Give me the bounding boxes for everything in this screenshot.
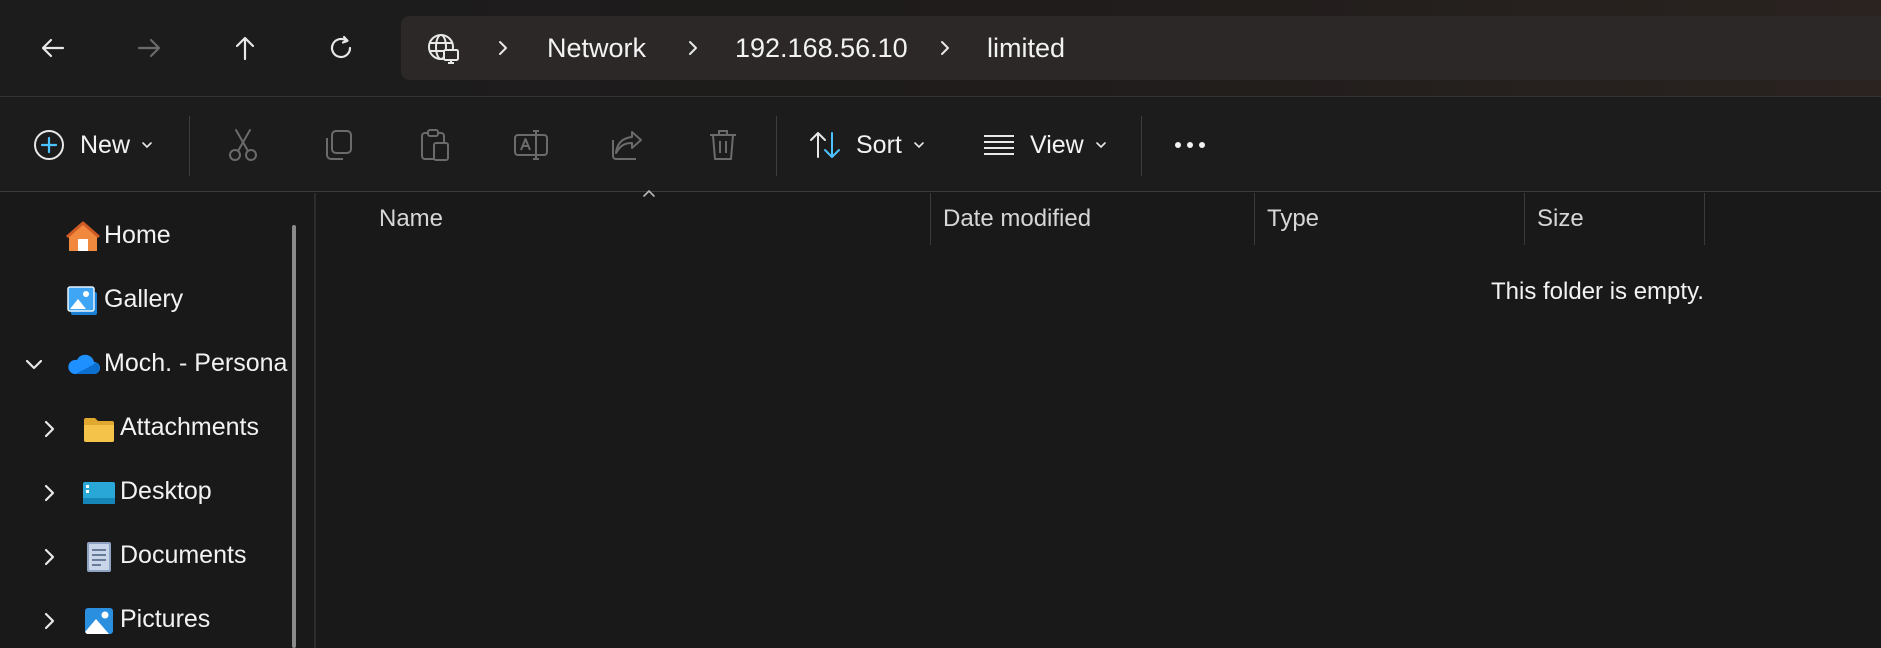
up-button[interactable] — [221, 24, 269, 72]
address-bar[interactable]: Network 192.168.56.10 limited — [401, 16, 1881, 80]
column-header-size[interactable]: Size — [1525, 193, 1704, 245]
more-options-button[interactable] — [1170, 98, 1210, 192]
arrow-right-icon — [137, 38, 161, 58]
rename-button[interactable] — [512, 98, 550, 192]
arrow-up-icon — [235, 36, 255, 61]
breadcrumb-host[interactable]: 192.168.56.10 — [735, 32, 908, 64]
navigation-bar: Network 192.168.56.10 limited — [0, 0, 1881, 97]
sort-button[interactable]: Sort — [808, 98, 926, 192]
view-label: View — [1030, 130, 1084, 159]
empty-folder-message: This folder is empty. — [1491, 278, 1704, 305]
chevron-right-icon[interactable] — [39, 546, 61, 568]
delete-icon — [710, 130, 736, 160]
file-list-area[interactable] — [316, 193, 1881, 648]
chevron-right-icon[interactable] — [683, 38, 703, 58]
paste-icon — [421, 129, 449, 161]
column-header-date-modified[interactable]: Date modified — [931, 193, 1254, 245]
column-header-type[interactable]: Type — [1255, 193, 1524, 245]
breadcrumb-current-folder[interactable]: limited — [987, 32, 1065, 64]
chevron-down-icon — [142, 142, 152, 149]
onedrive-cloud-icon — [68, 354, 100, 374]
chevron-right-icon[interactable] — [39, 610, 61, 632]
sidebar-item-label: Gallery — [104, 285, 184, 313]
divider — [1141, 116, 1142, 176]
sidebar-item-attachments[interactable]: Attachments — [0, 400, 290, 456]
sidebar-item-desktop[interactable]: Desktop — [0, 464, 290, 520]
forward-button[interactable] — [125, 24, 173, 72]
copy-button[interactable] — [320, 98, 358, 192]
cut-icon — [229, 129, 257, 161]
sidebar-item-home[interactable]: Home — [0, 208, 290, 264]
gallery-icon — [67, 286, 97, 315]
sort-label: Sort — [856, 130, 902, 159]
delete-button[interactable] — [704, 98, 742, 192]
folder-icon — [84, 418, 114, 442]
new-button[interactable]: New — [32, 98, 154, 192]
sidebar-scrollbar[interactable] — [292, 225, 296, 648]
sidebar-item-label: Moch. - Persona — [104, 349, 288, 377]
breadcrumb-network[interactable]: Network — [547, 32, 646, 64]
pictures-icon — [85, 608, 113, 634]
command-bar: New Sort View — [0, 98, 1881, 192]
divider — [189, 116, 190, 176]
chevron-right-icon[interactable] — [39, 482, 61, 504]
sidebar-item-label: Documents — [120, 541, 247, 569]
sidebar-item-label: Pictures — [120, 605, 211, 633]
cut-button[interactable] — [224, 98, 262, 192]
sidebar-item-gallery[interactable]: Gallery — [0, 272, 290, 328]
chevron-down-icon[interactable] — [23, 354, 45, 376]
arrow-left-icon — [41, 38, 65, 58]
sort-icon — [810, 132, 840, 158]
view-button[interactable]: View — [982, 98, 1108, 192]
sidebar-item-pictures[interactable]: Pictures — [0, 592, 290, 648]
chevron-right-icon[interactable] — [493, 38, 513, 58]
documents-icon — [87, 542, 111, 572]
sidebar-item-documents[interactable]: Documents — [0, 528, 290, 584]
rename-icon — [514, 130, 548, 160]
divider — [776, 116, 777, 176]
desktop-icon — [83, 482, 115, 504]
home-icon — [66, 221, 100, 251]
chevron-down-icon — [1095, 142, 1106, 149]
paste-button[interactable] — [416, 98, 454, 192]
column-divider[interactable] — [1704, 193, 1705, 245]
network-globe-icon — [428, 34, 459, 64]
sidebar-item-onedrive[interactable]: Moch. - Persona — [0, 336, 290, 392]
back-button[interactable] — [29, 24, 77, 72]
plus-circle-icon — [34, 130, 64, 160]
share-icon — [612, 131, 642, 160]
sidebar-item-label: Desktop — [120, 477, 212, 505]
view-list-icon — [984, 135, 1014, 155]
more-icon — [1175, 142, 1205, 148]
chevron-right-icon[interactable] — [935, 38, 955, 58]
share-button[interactable] — [608, 98, 646, 192]
column-header-name[interactable]: Name — [367, 193, 930, 245]
copy-icon — [326, 130, 352, 160]
refresh-button[interactable] — [317, 24, 365, 72]
sidebar-item-label: Attachments — [120, 413, 259, 441]
sidebar-item-label: Home — [104, 221, 171, 249]
refresh-icon — [330, 35, 352, 59]
chevron-right-icon[interactable] — [39, 418, 61, 440]
navigation-pane: Home Gallery Moch. - Persona Attachments — [0, 193, 314, 648]
chevron-down-icon — [914, 142, 924, 149]
new-label: New — [80, 130, 131, 159]
